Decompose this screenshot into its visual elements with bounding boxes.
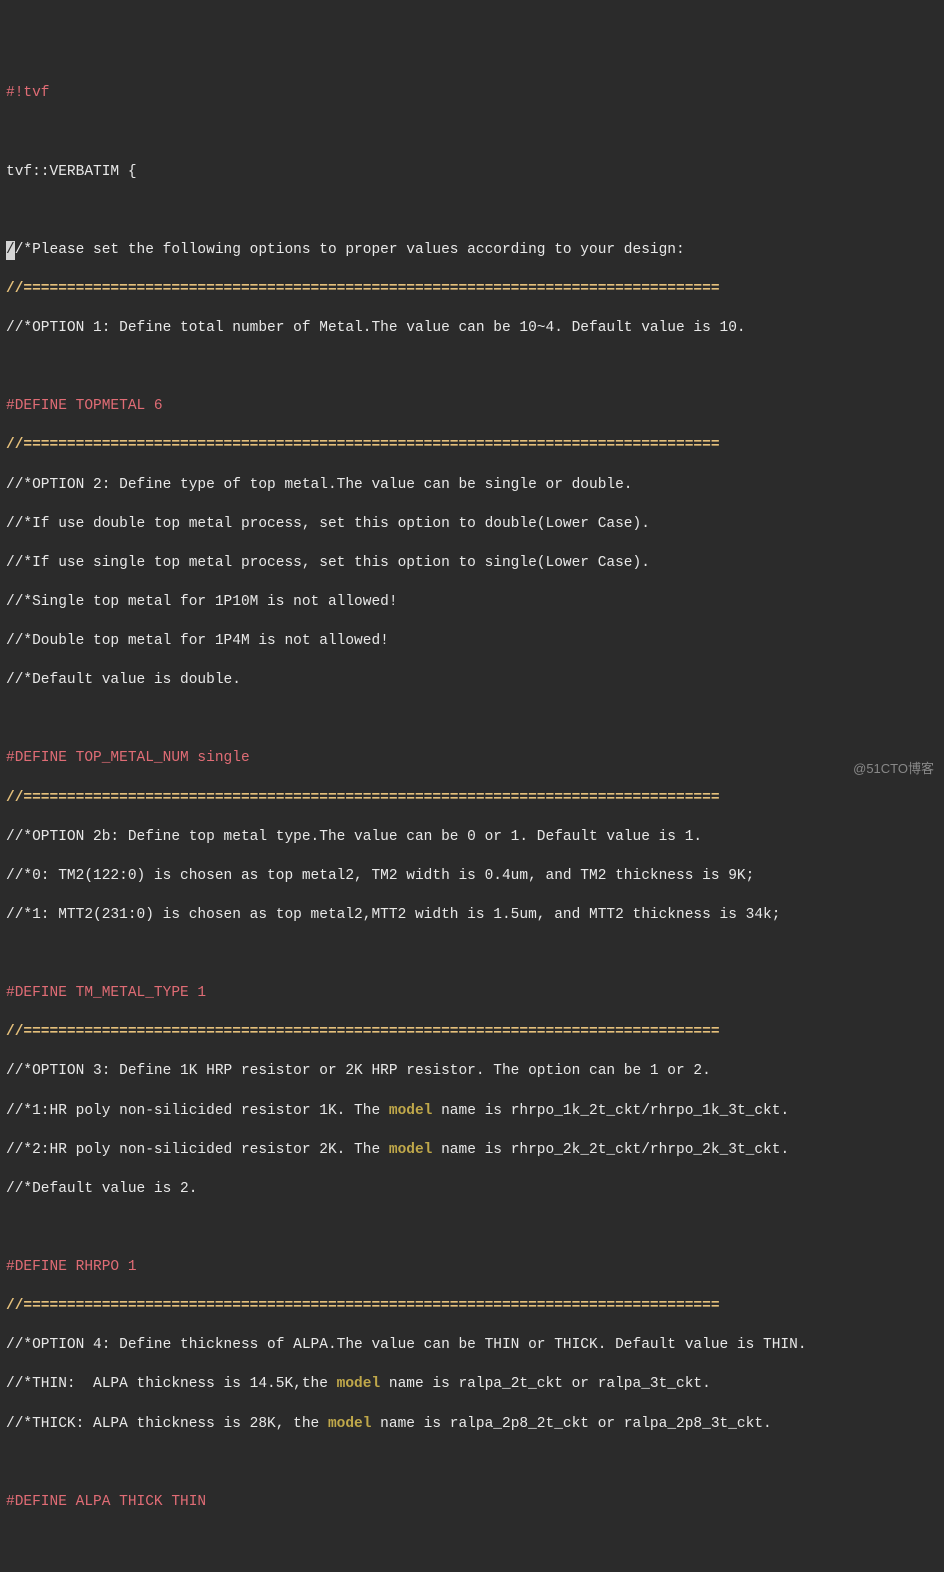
- separator: //======================================…: [6, 789, 944, 809]
- comment-line: //*If use single top metal process, set …: [6, 554, 944, 574]
- comment-line: //*0: TM2(122:0) is chosen as top metal2…: [6, 867, 944, 887]
- comment-line: //*Single top metal for 1P10M is not all…: [6, 593, 944, 613]
- blank-line: [6, 945, 944, 965]
- text-cursor: /: [6, 241, 15, 261]
- option-3-line: //*OPTION 3: Define 1K HRP resistor or 2…: [6, 1062, 944, 1082]
- intro-line-1: //*Please set the following options to p…: [6, 241, 944, 261]
- keyword-model: model: [389, 1103, 433, 1119]
- verbatim-line: tvf::VERBATIM {: [6, 163, 944, 183]
- define-alpa: #DEFINE ALPA THICK THIN: [6, 1493, 944, 1513]
- separator: //======================================…: [6, 1297, 944, 1317]
- comment-line: //*1: MTT2(231:0) is chosen as top metal…: [6, 906, 944, 926]
- define-topmetal: #DEFINE TOPMETAL 6: [6, 397, 944, 417]
- watermark-text: @51CTO博客: [853, 760, 934, 778]
- option-2-line: //*OPTION 2: Define type of top metal.Th…: [6, 476, 944, 496]
- comment-line: //*THICK: ALPA thickness is 28K, the mod…: [6, 1415, 944, 1435]
- comment-line: //*If use double top metal process, set …: [6, 515, 944, 535]
- shebang-line: #!tvf: [6, 84, 944, 104]
- define-rhrpo: #DEFINE RHRPO 1: [6, 1258, 944, 1278]
- comment-line: //*Default value is double.: [6, 671, 944, 691]
- define-top-metal-num: #DEFINE TOP_METAL_NUM single: [6, 749, 944, 769]
- blank-line: [6, 123, 944, 143]
- blank-line: [6, 710, 944, 730]
- blank-line: [6, 202, 944, 222]
- comment-line: //*1:HR poly non-silicided resistor 1K. …: [6, 1102, 944, 1122]
- separator: //======================================…: [6, 436, 944, 456]
- option-2b-line: //*OPTION 2b: Define top metal type.The …: [6, 828, 944, 848]
- intro-text: /*Please set the following options to pr…: [15, 242, 685, 258]
- comment-line: //*Double top metal for 1P4M is not allo…: [6, 632, 944, 652]
- comment-line: //*THIN: ALPA thickness is 14.5K,the mod…: [6, 1375, 944, 1395]
- keyword-model: model: [337, 1376, 381, 1392]
- keyword-model: model: [389, 1142, 433, 1158]
- option-1-line: //*OPTION 1: Define total number of Meta…: [6, 319, 944, 339]
- comment-line: //*Default value is 2.: [6, 1180, 944, 1200]
- blank-line: [6, 358, 944, 378]
- keyword-model: model: [328, 1416, 372, 1432]
- separator: //======================================…: [6, 1023, 944, 1043]
- separator: //======================================…: [6, 280, 944, 300]
- blank-line: [6, 1219, 944, 1239]
- define-tm-metal-type: #DEFINE TM_METAL_TYPE 1: [6, 984, 944, 1004]
- comment-line: //*2:HR poly non-silicided resistor 2K. …: [6, 1141, 944, 1161]
- blank-line: [6, 1454, 944, 1474]
- option-4-line: //*OPTION 4: Define thickness of ALPA.Th…: [6, 1336, 944, 1356]
